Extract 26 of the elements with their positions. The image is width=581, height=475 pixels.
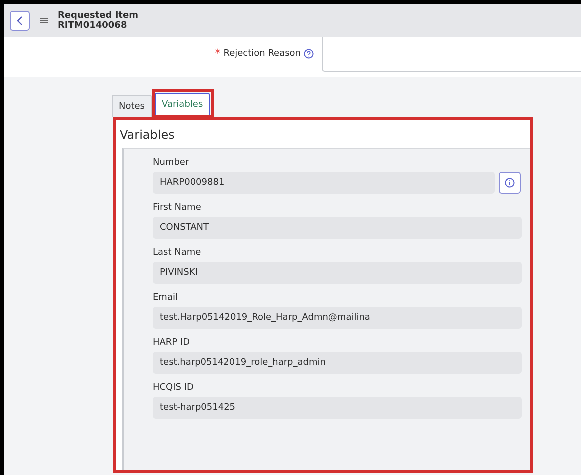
readonly-field[interactable]: HARP0009881	[153, 172, 495, 194]
info-button[interactable]	[499, 172, 521, 194]
record-number: RITM0140068	[58, 20, 128, 30]
info-icon	[505, 178, 515, 188]
field-label: Last Name	[153, 248, 202, 258]
readonly-field[interactable]: test-harp051425	[153, 397, 522, 419]
help-icon[interactable]	[304, 48, 314, 58]
rejection-reason-field[interactable]	[322, 37, 581, 72]
field-label: First Name	[153, 203, 202, 213]
tab[interactable]: Notes	[112, 95, 152, 117]
field-label: Rejection Reason	[224, 48, 301, 58]
readonly-field[interactable]: test.harp05142019_role_harp_admin	[153, 352, 522, 374]
back-button[interactable]	[10, 10, 30, 30]
record-type: Requested Item	[58, 10, 138, 20]
tab[interactable]: Variables	[155, 93, 210, 115]
field-label: HARP ID	[153, 338, 192, 348]
field-label: Email	[153, 293, 179, 303]
readonly-field[interactable]: test.Harp05142019_Role_Harp_Admn@mailina	[153, 307, 522, 329]
chevron-left-icon	[17, 16, 23, 26]
required-mark: *	[215, 47, 221, 60]
field-label: HCQIS ID	[153, 383, 195, 393]
section-title: Variables	[119, 127, 176, 144]
readonly-field[interactable]: CONSTANT	[153, 217, 522, 239]
readonly-field[interactable]: PIVINSKI	[153, 262, 522, 284]
menu-icon[interactable]	[40, 18, 48, 24]
field-label: Number	[153, 158, 190, 168]
